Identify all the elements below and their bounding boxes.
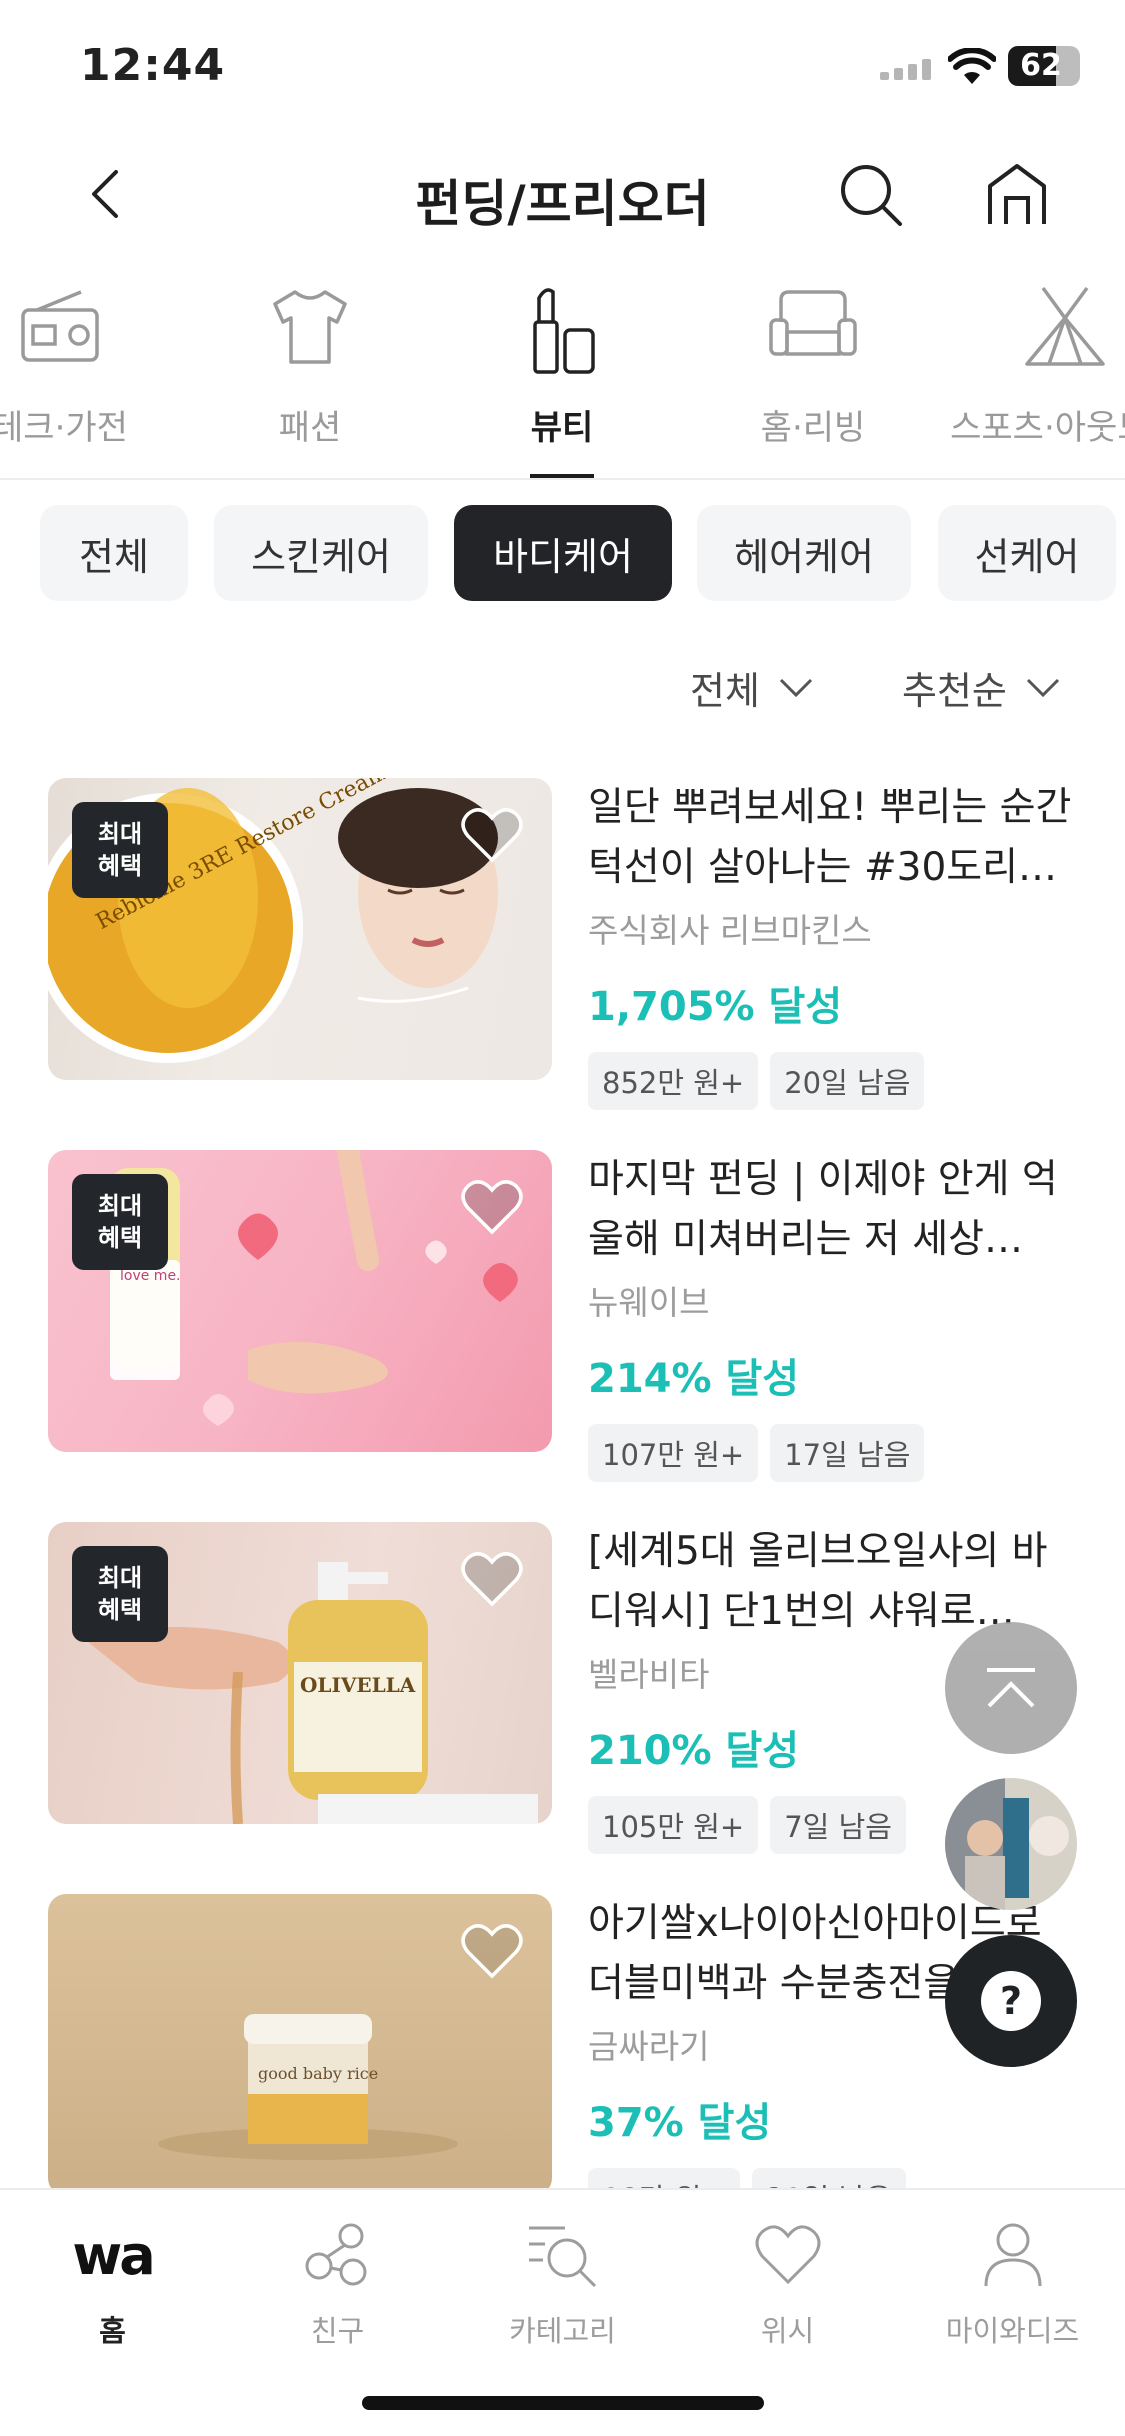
cosmetics-icon xyxy=(533,288,595,374)
product-image: love me. 최대 혜택 xyxy=(48,1150,552,1452)
svg-text:?: ? xyxy=(1000,1979,1022,2023)
tab-wish[interactable]: 위시 xyxy=(675,2210,900,2350)
top-nav: 펀딩/프리오더 xyxy=(0,140,1125,250)
wifi-icon xyxy=(948,48,996,84)
status-bar: 12:44 62 xyxy=(0,0,1125,140)
item-achievement: 37% 달성 xyxy=(588,2100,772,2146)
wishlist-heart-icon[interactable] xyxy=(460,1922,524,1980)
tent-icon xyxy=(1025,286,1105,366)
home-indicator xyxy=(362,2396,764,2410)
category-living[interactable]: 홈·리빙 xyxy=(703,270,923,478)
item-remaining: 7일 남음 xyxy=(770,1796,906,1854)
status-time: 12:44 xyxy=(80,40,226,91)
tab-category[interactable]: 카테고리 xyxy=(450,2210,675,2350)
item-achievement: 1,705% 달성 xyxy=(588,984,843,1030)
list-item[interactable]: love me. 최대 혜택 마지막 펀딩 | 이제야 안게 억울해 미쳐버리는… xyxy=(48,1150,1078,1482)
chip-bodycare[interactable]: 바디케어 xyxy=(454,505,672,601)
sort-dropdown[interactable]: 추천순 xyxy=(902,660,1061,715)
radio-icon xyxy=(21,290,99,362)
category-sports[interactable]: 스포츠·아웃도어 xyxy=(950,270,1125,478)
item-title[interactable]: 마지막 펀딩 | 이제야 안게 억울해 미쳐버리는 저 세상… xyxy=(588,1150,1078,1270)
category-search-icon xyxy=(528,2226,596,2288)
wa-logo-icon: wa xyxy=(72,2223,155,2287)
sofa-icon xyxy=(769,290,857,356)
heart-icon xyxy=(755,2225,820,2285)
chip-haircare[interactable]: 헤어케어 xyxy=(697,505,911,601)
list-item[interactable]: good baby rice 아기쌀x나이아신아마이드로 더블미백과 수분충전을… xyxy=(48,1894,1078,2226)
svg-text:good baby rice: good baby rice xyxy=(258,2064,378,2083)
category-fashion[interactable]: 패션 xyxy=(200,270,420,478)
home-icon[interactable] xyxy=(984,162,1050,228)
tab-friends[interactable]: 친구 xyxy=(225,2210,450,2350)
signal-icon xyxy=(880,59,931,80)
item-amount: 107만 원+ xyxy=(588,1424,759,1482)
chip-skincare[interactable]: 스킨케어 xyxy=(214,505,428,601)
person-icon xyxy=(984,2223,1041,2287)
active-tab-indicator xyxy=(530,474,594,478)
live-thumbnail-image xyxy=(945,1778,1077,1910)
svg-text:OLIVELLA: OLIVELLA xyxy=(300,1673,416,1697)
item-info: 일단 뿌려보세요! 뿌리는 순간 턱선이 살아나는 #30도리… 주식회사 리브… xyxy=(588,778,1078,1110)
battery-level: 62 xyxy=(1020,48,1062,83)
item-amount: 105만 원+ xyxy=(588,1796,759,1854)
chip-suncare[interactable]: 선케어 xyxy=(938,505,1116,601)
product-image: good baby rice xyxy=(48,1894,552,2196)
wishlist-heart-icon[interactable] xyxy=(460,1550,524,1608)
benefit-badge: 최대 혜택 xyxy=(72,1546,168,1642)
item-amount: 852만 원+ xyxy=(588,1052,759,1110)
page-title: 펀딩/프리오더 xyxy=(415,175,710,233)
battery-icon: 62 xyxy=(1008,46,1080,86)
product-image: OLIVELLA 최대 혜택 xyxy=(48,1522,552,1824)
list-item[interactable]: Rebiome 3RE Restore Cream Ampoule Shake … xyxy=(48,778,1078,1110)
list-item[interactable]: OLIVELLA 최대 혜택 [세계5대 올리브오일사의 바디워시] 단1번의 … xyxy=(48,1522,1078,1854)
item-info: 마지막 펀딩 | 이제야 안게 억울해 미쳐버리는 저 세상… 뉴웨이브 214… xyxy=(588,1150,1078,1482)
friends-icon xyxy=(305,2223,366,2286)
tab-home[interactable]: wa 홈 xyxy=(0,2210,225,2350)
item-title[interactable]: 일단 뿌려보세요! 뿌리는 순간 턱선이 살아나는 #30도리… xyxy=(588,778,1078,898)
chevron-down-icon xyxy=(1026,678,1059,697)
benefit-badge: 최대 혜택 xyxy=(72,1174,168,1270)
scroll-top-button[interactable] xyxy=(945,1622,1077,1754)
live-shopping-button[interactable] xyxy=(945,1778,1077,1910)
arrow-up-icon xyxy=(987,1668,1035,1708)
tshirt-icon xyxy=(273,290,347,364)
item-remaining: 20일 남음 xyxy=(770,1052,925,1110)
category-beauty[interactable]: 뷰티 xyxy=(452,270,672,478)
benefit-badge: 최대 혜택 xyxy=(72,802,168,898)
item-remaining: 17일 남음 xyxy=(770,1424,925,1482)
question-icon: ? xyxy=(981,1971,1041,2031)
product-image: Rebiome 3RE Restore Cream Ampoule Shake … xyxy=(48,778,552,1080)
help-button[interactable]: ? xyxy=(945,1935,1077,2067)
category-tabs: 테크·가전 패션 뷰티 홈·리빙 스포츠·아웃도어 xyxy=(0,270,1125,480)
chevron-down-icon xyxy=(779,678,812,697)
search-icon[interactable] xyxy=(838,162,904,228)
tab-my[interactable]: 마이와디즈 xyxy=(900,2210,1125,2350)
wishlist-heart-icon[interactable] xyxy=(460,806,524,864)
item-maker: 뉴웨이브 xyxy=(588,1283,710,1322)
chip-all[interactable]: 전체 xyxy=(40,505,188,601)
item-achievement: 214% 달성 xyxy=(588,1356,800,1402)
item-maker: 주식회사 리브마킨스 xyxy=(588,911,872,950)
svg-text:love me.: love me. xyxy=(120,1268,181,1284)
category-tech[interactable]: 테크·가전 xyxy=(0,270,170,478)
filter-dropdown[interactable]: 전체 xyxy=(690,660,814,715)
subcategory-chips: 전체 스킨케어 바디케어 헤어케어 선케어 xyxy=(0,505,1125,605)
wishlist-heart-icon[interactable] xyxy=(460,1178,524,1236)
